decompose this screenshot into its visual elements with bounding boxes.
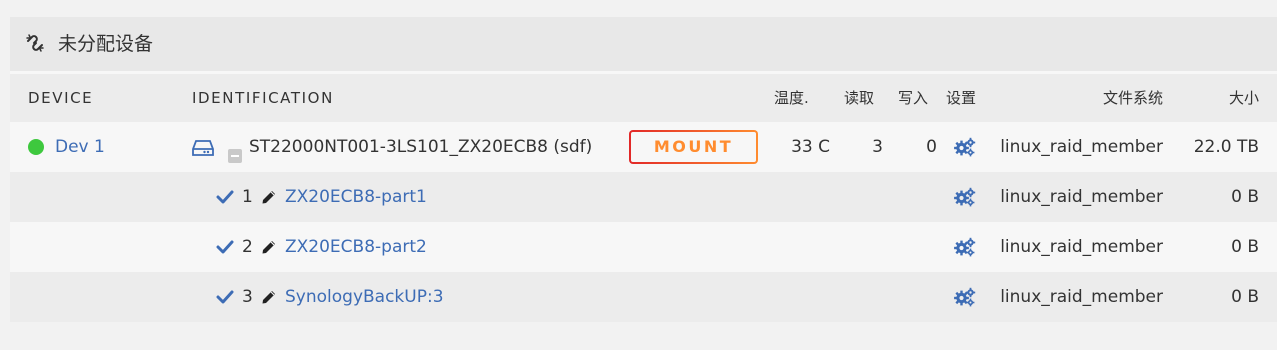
pencil-icon[interactable] xyxy=(261,289,277,305)
device-read: 3 xyxy=(872,137,883,157)
device-identification: ST22000NT001-3LS101_ZX20ECB8 (sdf) xyxy=(249,137,593,157)
device-name-link[interactable]: Dev 1 xyxy=(55,122,105,172)
check-icon[interactable] xyxy=(216,239,234,255)
col-filesystem[interactable]: 文件系统 xyxy=(1103,74,1163,122)
table-header: DEVICE IDENTIFICATION 温度. 读取 写入 设置 文件系统 … xyxy=(10,74,1277,122)
status-online-icon xyxy=(28,139,44,155)
check-icon[interactable] xyxy=(216,289,234,305)
partition-size: 0 B xyxy=(1231,287,1259,307)
settings-gears-icon[interactable] xyxy=(954,237,976,257)
partition-number: 3 xyxy=(242,287,253,307)
pencil-icon[interactable] xyxy=(261,239,277,255)
panel-title: 未分配设备 xyxy=(58,33,154,55)
col-size[interactable]: 大小 xyxy=(1229,74,1259,122)
settings-gears-icon[interactable] xyxy=(954,187,976,207)
unlinked-chain-icon xyxy=(26,34,44,52)
partition-number: 1 xyxy=(242,187,253,207)
table-row-partition-1: 1 ZX20ECB8-part1 linux_raid_member 0 B xyxy=(10,172,1277,222)
settings-gears-icon[interactable] xyxy=(954,287,976,307)
pencil-icon[interactable] xyxy=(261,189,277,205)
partition-filesystem: linux_raid_member xyxy=(1000,237,1163,257)
col-identification[interactable]: IDENTIFICATION xyxy=(192,74,334,122)
collapse-icon[interactable] xyxy=(228,149,242,163)
device-size: 22.0 TB xyxy=(1193,137,1259,157)
hard-drive-icon[interactable] xyxy=(191,139,215,157)
col-settings[interactable]: 设置 xyxy=(946,74,976,122)
partition-filesystem: linux_raid_member xyxy=(1000,287,1163,307)
col-device[interactable]: DEVICE xyxy=(28,74,93,122)
partition-number: 2 xyxy=(242,237,253,257)
col-read[interactable]: 读取 xyxy=(844,74,874,122)
col-write[interactable]: 写入 xyxy=(898,74,928,122)
settings-gears-icon[interactable] xyxy=(954,137,976,157)
partition-filesystem: linux_raid_member xyxy=(1000,187,1163,207)
partition-size: 0 B xyxy=(1231,237,1259,257)
device-write: 0 xyxy=(926,137,937,157)
panel-header: 未分配设备 xyxy=(10,17,1277,71)
check-icon[interactable] xyxy=(216,189,234,205)
device-temp: 33 C xyxy=(791,137,830,157)
mount-button[interactable]: MOUNT xyxy=(629,130,758,164)
col-temp[interactable]: 温度. xyxy=(774,74,809,122)
table-row-partition-3: 3 SynologyBackUP:3 linux_raid_member 0 B xyxy=(10,272,1277,322)
partition-size: 0 B xyxy=(1231,187,1259,207)
table-row-device: Dev 1 ST22000NT001-3LS101_ZX20ECB8 (sdf)… xyxy=(10,122,1277,172)
partition-link[interactable]: ZX20ECB8-part2 xyxy=(285,222,427,272)
partition-link[interactable]: ZX20ECB8-part1 xyxy=(285,172,427,222)
device-filesystem: linux_raid_member xyxy=(1000,137,1163,157)
partition-link[interactable]: SynologyBackUP:3 xyxy=(285,272,444,322)
unassigned-devices-panel: 未分配设备 DEVICE IDENTIFICATION 温度. 读取 写入 设置… xyxy=(10,17,1277,322)
table-row-partition-2: 2 ZX20ECB8-part2 linux_raid_member 0 B xyxy=(10,222,1277,272)
